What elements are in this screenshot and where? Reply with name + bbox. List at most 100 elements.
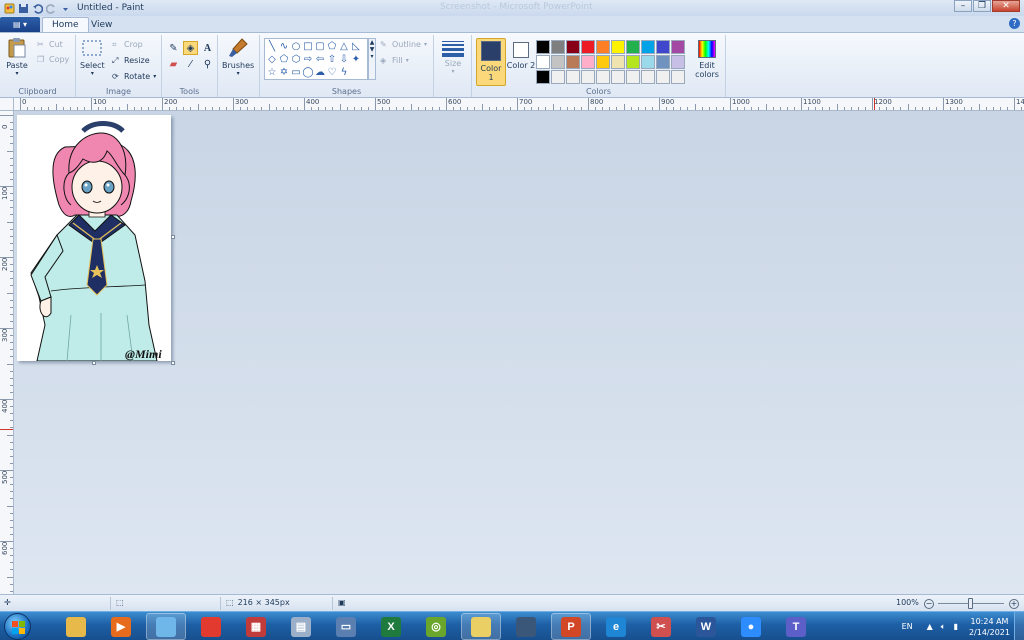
line-shape-icon[interactable]: ╲ <box>266 40 278 53</box>
lightning-shape-icon[interactable]: ϟ <box>338 66 350 79</box>
shapes-gallery-scroll[interactable]: ▲ ▼ ▾ <box>368 38 376 80</box>
show-desktop-button[interactable] <box>1014 612 1024 640</box>
text-tool-icon[interactable]: A <box>200 41 215 55</box>
drawing-canvas[interactable]: @Mimi <box>17 115 171 361</box>
curve-shape-icon[interactable]: ∿ <box>278 40 290 53</box>
zoom-in-button[interactable]: + <box>1009 599 1019 609</box>
rounded-rect-shape-icon[interactable]: ▢ <box>314 40 326 53</box>
edit-colors-button[interactable]: Edit colors <box>694 40 720 79</box>
palette-swatch[interactable] <box>626 70 640 84</box>
callout-rect-shape-icon[interactable]: ▭ <box>290 66 302 79</box>
oval-shape-icon[interactable]: ○ <box>290 40 302 53</box>
palette-swatch[interactable] <box>566 40 580 54</box>
excel-taskbar-button[interactable]: X <box>371 613 411 640</box>
restore-button[interactable]: ❐ <box>973 0 991 12</box>
palette-swatch[interactable] <box>551 70 565 84</box>
hexagon-shape-icon[interactable]: ⬡ <box>290 53 302 66</box>
palette-swatch[interactable] <box>596 55 610 69</box>
palette-swatch[interactable] <box>551 55 565 69</box>
pentagon-shape-icon[interactable]: ⬠ <box>278 53 290 66</box>
diamond-shape-icon[interactable]: ◇ <box>266 53 278 66</box>
palette-swatch[interactable] <box>641 40 655 54</box>
palette-swatch[interactable] <box>656 40 670 54</box>
media-player-taskbar-button[interactable]: ▶ <box>101 613 141 640</box>
redo-icon[interactable] <box>45 3 57 14</box>
palette-swatch[interactable] <box>626 40 640 54</box>
color1-button[interactable]: Color 1 <box>476 38 506 86</box>
canvas-resize-handle-right[interactable] <box>171 235 175 239</box>
palette-swatch[interactable] <box>671 55 685 69</box>
snipping-taskbar-button[interactable]: ✂ <box>641 613 681 640</box>
calculator-taskbar-button[interactable]: ▤ <box>281 613 321 640</box>
file-explorer-taskbar-button[interactable] <box>56 613 96 640</box>
start-button[interactable] <box>4 613 31 640</box>
up-arrow-shape-icon[interactable]: ⇧ <box>326 53 338 66</box>
palette-swatch[interactable] <box>611 40 625 54</box>
palette-swatch[interactable] <box>611 55 625 69</box>
magnifier-icon[interactable]: ⚲ <box>200 57 215 71</box>
canvas-resize-handle-bottom[interactable] <box>92 361 96 365</box>
volume-icon[interactable]: 🔈︎ <box>941 622 946 632</box>
palette-swatch[interactable] <box>566 55 580 69</box>
palette-swatch[interactable] <box>671 40 685 54</box>
palette-swatch[interactable] <box>656 70 670 84</box>
palette-swatch[interactable] <box>641 55 655 69</box>
palette-swatch[interactable] <box>551 40 565 54</box>
triangle-shape-icon[interactable]: △ <box>338 40 350 53</box>
close-button[interactable]: ✕ <box>992 0 1020 12</box>
down-arrow-shape-icon[interactable]: ⇩ <box>338 53 350 66</box>
palette-swatch[interactable] <box>536 40 550 54</box>
clock[interactable]: 10:24 AM 2/14/2021 <box>969 616 1010 638</box>
crop-button[interactable]: ⌗ Crop <box>112 40 143 49</box>
folder-taskbar-button[interactable] <box>461 613 501 640</box>
app-taskbar-button[interactable]: ▦ <box>236 613 276 640</box>
outline-button[interactable]: ✎ Outline ▾ <box>380 40 427 49</box>
zoom-out-button[interactable]: − <box>924 599 934 609</box>
teams-taskbar-button[interactable]: T <box>776 613 816 640</box>
brushes-button[interactable]: Brushes ▾ <box>222 37 254 77</box>
four-star-shape-icon[interactable]: ✦ <box>350 53 362 66</box>
paste-button[interactable]: Paste ▾ <box>6 37 28 77</box>
greenshot-taskbar-button[interactable]: ◎ <box>416 613 456 640</box>
palette-swatch[interactable] <box>536 55 550 69</box>
palette-swatch[interactable] <box>656 55 670 69</box>
help-icon[interactable]: ? <box>1009 18 1020 29</box>
rotate-button[interactable]: ⟳ Rotate ▾ <box>112 72 156 81</box>
microphone-taskbar-button[interactable] <box>506 613 546 640</box>
palette-swatch[interactable] <box>626 55 640 69</box>
paint-taskbar-button[interactable] <box>146 613 186 640</box>
color-picker-icon[interactable]: ⁄ <box>183 57 198 71</box>
minimize-button[interactable]: – <box>954 0 972 12</box>
callout-oval-shape-icon[interactable]: ◯ <box>302 66 314 79</box>
pencil-icon[interactable]: ✎ <box>166 41 181 55</box>
palette-swatch[interactable] <box>596 40 610 54</box>
palette-swatch[interactable] <box>566 70 580 84</box>
right-arrow-shape-icon[interactable]: ⇨ <box>302 53 314 66</box>
left-arrow-shape-icon[interactable]: ⇦ <box>314 53 326 66</box>
copy-button[interactable]: ❐ Copy <box>37 55 69 64</box>
powerpoint-taskbar-button[interactable]: P <box>551 613 591 640</box>
zoom-slider-thumb[interactable] <box>968 598 973 609</box>
customize-qat-icon[interactable] <box>60 3 71 14</box>
palette-swatch[interactable] <box>581 55 595 69</box>
tab-view[interactable]: View <box>82 17 121 32</box>
five-star-shape-icon[interactable]: ☆ <box>266 66 278 79</box>
heart-shape-icon[interactable]: ♡ <box>326 66 338 79</box>
polygon-shape-icon[interactable]: ⬠ <box>326 40 338 53</box>
chrome-taskbar-button[interactable] <box>191 613 231 640</box>
scanner-taskbar-button[interactable]: ▭ <box>326 613 366 640</box>
color2-button[interactable]: Color 2 <box>506 38 536 86</box>
callout-cloud-shape-icon[interactable]: ☁ <box>314 66 326 79</box>
select-button[interactable]: Select ▾ <box>80 37 105 77</box>
canvas-resize-handle-corner[interactable] <box>171 361 175 365</box>
palette-swatch[interactable] <box>581 40 595 54</box>
size-button[interactable]: Size ▾ <box>440 39 466 75</box>
six-star-shape-icon[interactable]: ✡ <box>278 66 290 79</box>
eraser-icon[interactable]: ▰ <box>166 57 181 71</box>
palette-swatch[interactable] <box>641 70 655 84</box>
resize-button[interactable]: ⤢ Resize <box>112 56 150 65</box>
network-icon[interactable]: ▮ <box>954 622 958 631</box>
save-icon[interactable] <box>18 3 29 14</box>
show-hidden-icons-icon[interactable]: ▲ <box>927 622 933 631</box>
paint-app-icon[interactable] <box>4 3 15 14</box>
